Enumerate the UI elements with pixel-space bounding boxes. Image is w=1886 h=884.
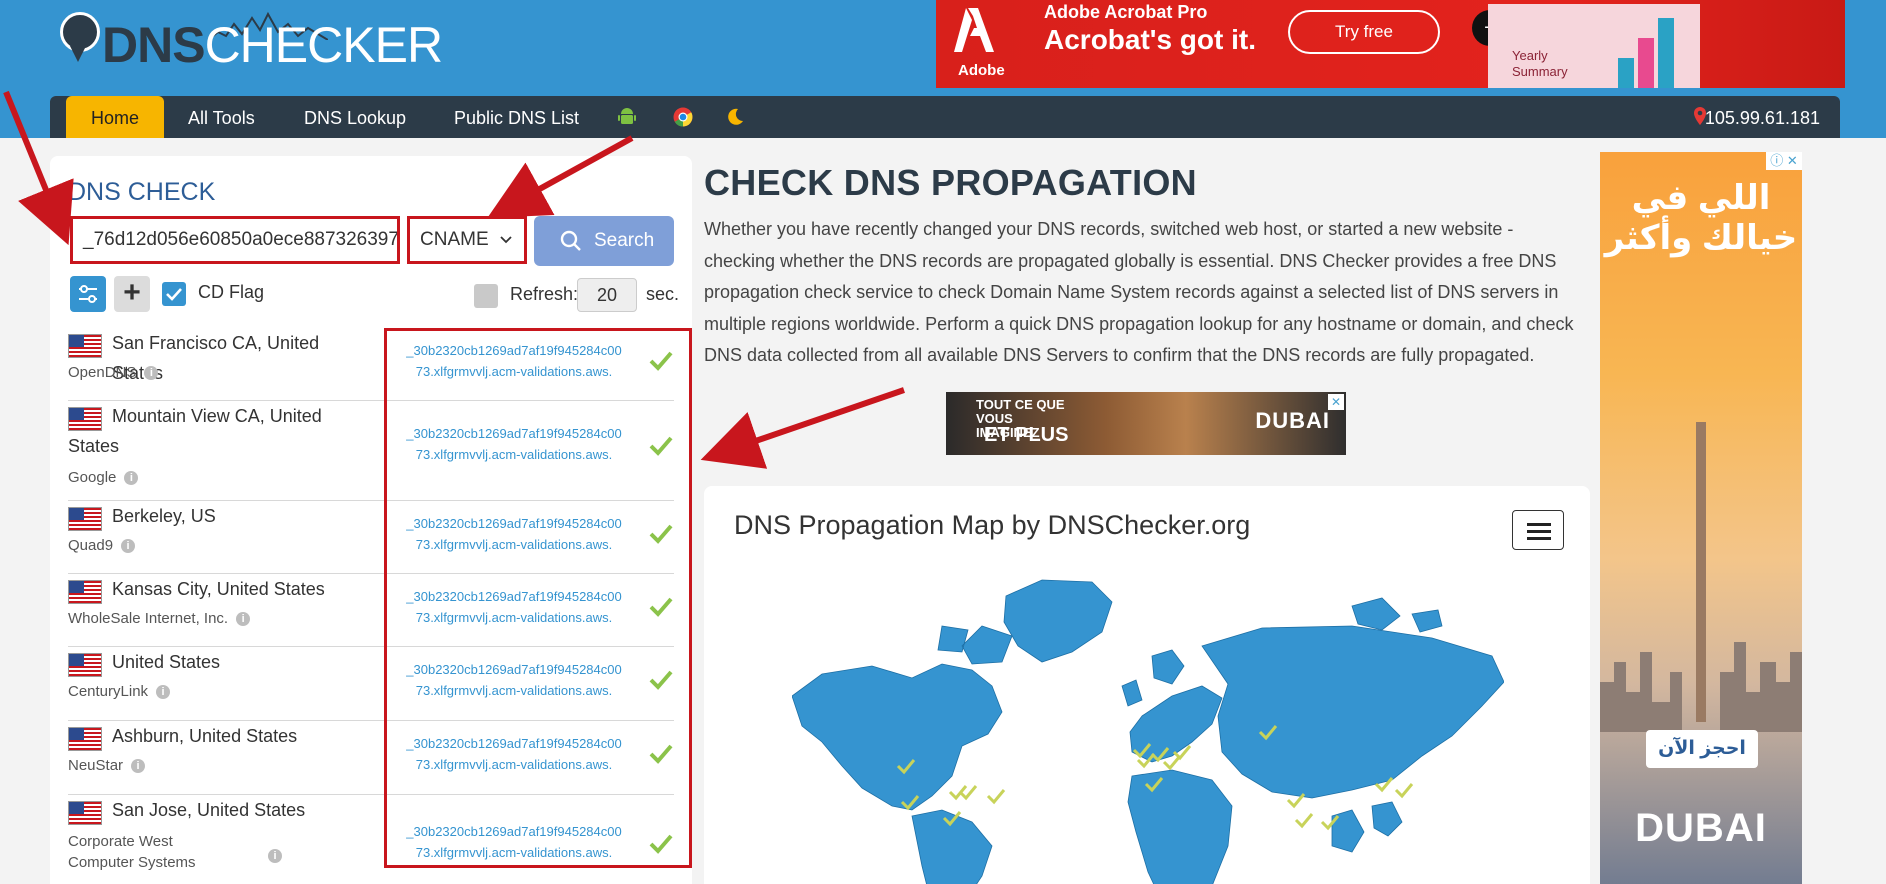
world-map[interactable]	[792, 566, 1504, 884]
cd-flag-checkbox[interactable]	[162, 282, 186, 306]
record-type-select[interactable]: CNAME	[407, 216, 527, 264]
result-provider: Google	[68, 469, 117, 486]
ad-chart-bar	[1658, 18, 1674, 88]
info-icon[interactable]: i	[131, 759, 146, 774]
dns-check-title: DNS CHECK	[68, 178, 216, 206]
add-button[interactable]: +	[114, 276, 150, 312]
close-icon[interactable]: ⓘ ✕	[1766, 152, 1802, 170]
info-icon[interactable]: i	[236, 612, 251, 627]
result-provider: OpenDNS	[68, 364, 137, 381]
ad-brand: Adobe	[958, 62, 1005, 79]
map-check-marker	[1394, 783, 1414, 799]
map-greenland	[1003, 579, 1113, 663]
result-location: Kansas City, United States	[112, 579, 325, 599]
result-provider: Quad9	[68, 537, 114, 554]
ad-chart-bar	[1618, 58, 1634, 88]
site-header: DNSCHECKER Adobe Adobe Acrobat Pro Acrob…	[0, 0, 1886, 138]
dnschecker-logo[interactable]: DNSCHECKER	[58, 10, 443, 76]
refresh-label: Refresh:	[510, 284, 579, 304]
ad-chart-bar	[1638, 38, 1654, 88]
refresh-interval-input[interactable]: 20	[577, 278, 637, 312]
skyline-image	[1600, 642, 1802, 732]
result-location: Ashburn, United States	[112, 726, 298, 746]
cd-flag-label: CD Flag	[198, 282, 265, 302]
ad-line2: Acrobat's got it.	[1044, 24, 1256, 55]
map-africa	[1127, 769, 1233, 884]
logo-checker: CHECKER	[204, 17, 443, 73]
ad-try-free-button[interactable]: Try free	[1288, 10, 1440, 54]
nav-dns-lookup[interactable]: DNS Lookup	[304, 96, 406, 138]
results-highlight-box	[384, 328, 692, 868]
ad-document-image: Yearly Summary	[1488, 4, 1700, 88]
info-icon[interactable]: i	[268, 849, 282, 863]
us-flag-icon	[68, 507, 102, 531]
nav-all-tools[interactable]: All Tools	[188, 96, 255, 138]
map-siberian-islands	[1351, 597, 1443, 633]
sliders-icon	[79, 285, 97, 303]
info-icon[interactable]: i	[156, 685, 171, 700]
ad-line1: Adobe Acrobat Pro	[1044, 2, 1208, 22]
map-asia	[1201, 625, 1504, 799]
us-flag-icon	[68, 801, 102, 825]
logo-dns: DNS	[102, 17, 206, 73]
chevron-down-icon	[500, 236, 512, 244]
result-location: San Jose, United States	[112, 800, 306, 820]
us-flag-icon	[68, 580, 102, 604]
result-location: United States	[112, 652, 221, 672]
info-icon[interactable]: i	[124, 471, 139, 486]
ad-line2: ET PLUS	[984, 424, 1069, 446]
refresh-checkbox[interactable]	[474, 284, 498, 308]
result-location: Mountain View CA, United States	[68, 406, 322, 456]
close-icon[interactable]: ✕	[1328, 394, 1344, 410]
map-arctic-islands	[937, 625, 1013, 665]
us-flag-icon	[68, 653, 102, 677]
dubai-banner-ad[interactable]: TOUT CE QUE VOUS IMAGINEZ ET PLUS DUBAI …	[946, 392, 1346, 455]
hamburger-icon	[1527, 523, 1551, 526]
filter-button[interactable]	[70, 276, 106, 312]
info-icon[interactable]: i	[121, 539, 136, 554]
top-banner-ad[interactable]: Adobe Adobe Acrobat Pro Acrobat's got it…	[936, 0, 1845, 88]
record-type-value: CNAME	[420, 229, 489, 250]
moon-icon[interactable]	[725, 107, 745, 127]
search-icon	[560, 230, 581, 251]
map-islands	[1331, 801, 1403, 853]
us-flag-icon	[68, 727, 102, 751]
nav-public-dns-list[interactable]: Public DNS List	[454, 96, 579, 138]
side-dubai-ad[interactable]: ⓘ ✕ اللي في خيالك وأكثر احجز الآن DUBAI	[1600, 152, 1802, 884]
nav-home[interactable]: Home	[66, 96, 164, 138]
pin-icon	[70, 46, 86, 62]
map-title: DNS Propagation Map by DNSChecker.org	[734, 510, 1251, 540]
ad-brand: DUBAI	[1635, 806, 1767, 850]
page-description: Whether you have recently changed your D…	[704, 219, 1574, 365]
map-check-marker	[986, 789, 1006, 805]
result-provider: WholeSale Internet, Inc.	[68, 610, 229, 627]
search-label: Search	[594, 230, 655, 251]
main-nav: Home All Tools DNS Lookup Public DNS Lis…	[50, 96, 1840, 138]
ad-doc-text: Yearly Summary	[1512, 48, 1568, 79]
seconds-label: sec.	[646, 284, 680, 304]
domain-input[interactable]: _76d12d056e60850a0ece88732639788d	[70, 216, 400, 264]
propagation-map-card: DNS Propagation Map by DNSChecker.org	[704, 486, 1590, 884]
page-title: CHECK DNS PROPAGATION	[704, 162, 1197, 203]
us-flag-icon	[68, 334, 102, 358]
result-provider: Corporate West Computer Systems	[68, 833, 196, 871]
search-button[interactable]: Search	[534, 216, 674, 266]
result-location: Berkeley, US	[112, 506, 216, 526]
map-menu-button[interactable]	[1512, 510, 1564, 550]
arrow-to-results	[700, 387, 905, 469]
ad-book-now-button[interactable]: احجز الآن	[1646, 730, 1758, 768]
result-provider: CenturyLink	[68, 683, 149, 700]
info-icon[interactable]: i	[144, 366, 159, 381]
map-check-marker	[1294, 813, 1314, 829]
ip-address: 105.99.61.181	[1704, 108, 1820, 128]
map-north-america	[792, 663, 1003, 811]
chrome-icon[interactable]	[673, 107, 693, 127]
ad-brand: DUBAI	[1255, 408, 1330, 433]
check-icon	[166, 288, 182, 301]
result-provider: NeuStar	[68, 757, 124, 774]
ad-headline: اللي في خيالك وأكثر	[1604, 179, 1798, 257]
android-icon[interactable]	[617, 107, 637, 127]
